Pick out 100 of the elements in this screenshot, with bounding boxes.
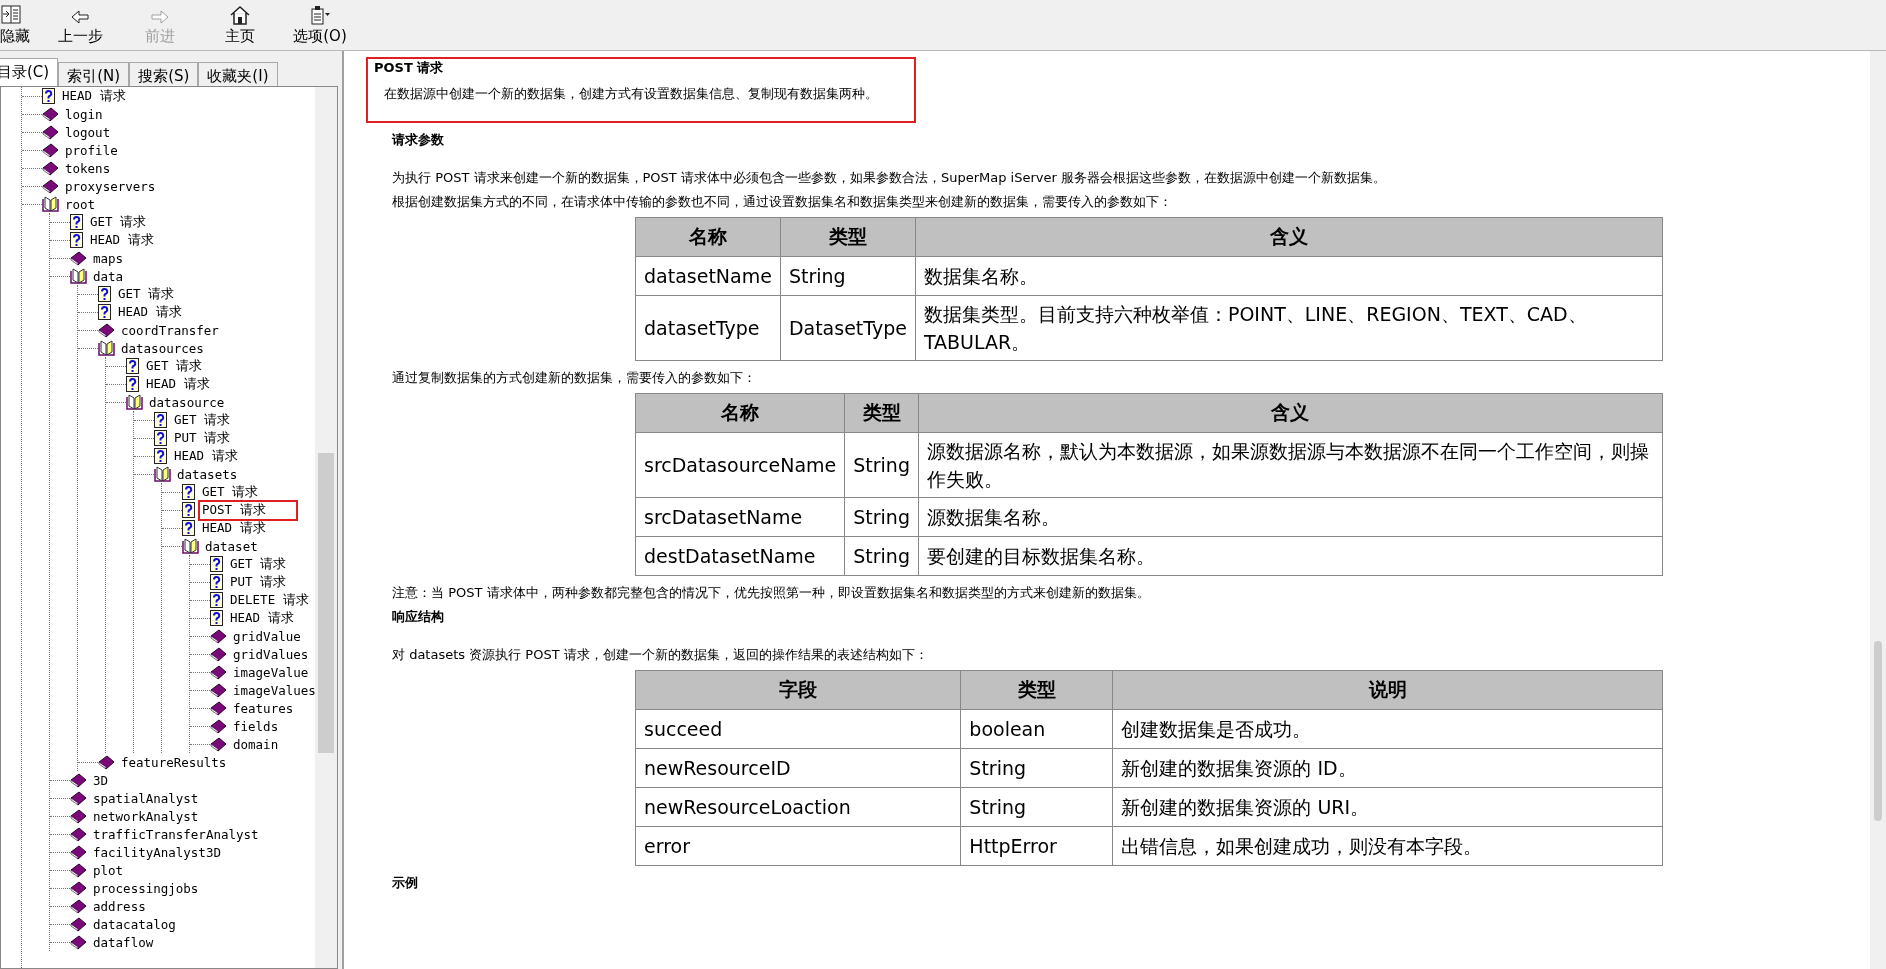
- table-cell: 源数据集名称。: [918, 497, 1663, 537]
- book-icon: [42, 106, 59, 122]
- scrollbar[interactable]: [1870, 51, 1886, 969]
- book-icon: [70, 916, 87, 932]
- help-page-icon: [182, 502, 196, 518]
- toolbar-button[interactable]: 上一步: [40, 9, 120, 50]
- tree-item[interactable]: networkAnalyst: [89, 806, 203, 826]
- tree-item[interactable]: coordTransfer: [117, 320, 223, 340]
- tree-item[interactable]: tokens: [61, 158, 115, 178]
- book-icon: [210, 682, 227, 698]
- tree-item[interactable]: processingjobs: [89, 878, 203, 898]
- table-cell: String: [780, 256, 916, 296]
- tab[interactable]: 目录(C): [0, 58, 59, 86]
- tree-item[interactable]: datacatalog: [89, 914, 180, 934]
- tree-item[interactable]: datasources: [117, 338, 208, 358]
- tree-item[interactable]: root: [61, 194, 100, 214]
- help-page-icon: [98, 286, 112, 302]
- table-cell: 新创建的数据集资源的 URI。: [1112, 787, 1663, 827]
- column-header: 说明: [1112, 670, 1663, 710]
- tree-item[interactable]: POST 请求: [198, 499, 298, 521]
- tree-item[interactable]: HEAD 请求: [58, 87, 130, 107]
- book-icon: [70, 898, 87, 914]
- table-cell: destDatasetName: [635, 536, 845, 576]
- tree-item[interactable]: 3D: [89, 770, 113, 790]
- help-page-icon: [182, 484, 196, 500]
- scrollbar[interactable]: [315, 87, 337, 968]
- tree-item[interactable]: datasets: [173, 464, 242, 484]
- tree-item[interactable]: featureResults: [117, 752, 231, 772]
- tab[interactable]: 搜索(S): [129, 62, 199, 86]
- tree-item[interactable]: trafficTransferAnalyst: [89, 824, 263, 844]
- book-icon: [98, 322, 115, 338]
- tree-item[interactable]: features: [229, 698, 298, 718]
- tree-item[interactable]: imageValues: [229, 680, 315, 700]
- help-page-icon: [154, 430, 168, 446]
- paragraph: 根据创建数据集方式的不同，在请求体中传输的参数也不同，通过设置数据集名和数据集类型来创建新的数据集，需要传入的参数如下：: [392, 193, 1173, 210]
- column-header: 字段: [635, 670, 961, 710]
- tree-item[interactable]: gridValues: [229, 644, 313, 664]
- table-cell: 数据集类型。目前支持六种枚举值：POINT、LINE、REGION、TEXT、CAD、TABULAR。: [915, 295, 1663, 361]
- tree-item[interactable]: address: [89, 896, 150, 916]
- help-page-icon: [154, 412, 168, 428]
- table-cell: datasetType: [635, 295, 781, 361]
- help-page-icon: [70, 232, 84, 248]
- tree-item[interactable]: gridValue: [229, 626, 305, 646]
- table-cell: 出错信息，如果创建成功，则没有本字段。: [1112, 826, 1663, 866]
- tree-item[interactable]: logout: [61, 122, 115, 142]
- tree-item[interactable]: imageValue: [229, 662, 313, 682]
- table-cell: 数据集名称。: [915, 256, 1663, 296]
- table-cell: newResourceLoaction: [635, 787, 961, 827]
- tree-item[interactable]: login: [61, 104, 107, 124]
- forward-arrow-icon: [150, 9, 170, 25]
- toolbar-button[interactable]: 隐藏: [0, 5, 40, 50]
- table-cell: DatasetType: [780, 295, 916, 361]
- table-cell: datasetName: [635, 256, 781, 296]
- help-page-icon: [126, 376, 140, 392]
- table-cell: 源数据源名称，默认为本数据源，如果源数据源与本数据源不在同一个工作空间，则操作失败。: [918, 432, 1663, 498]
- tree-item[interactable]: dataset: [201, 536, 262, 556]
- book-icon: [210, 628, 227, 644]
- topic-title: POST 请求: [374, 59, 445, 77]
- table-cell: String: [960, 787, 1113, 827]
- column-header: 类型: [960, 670, 1113, 710]
- book-icon: [70, 862, 87, 878]
- tree-item[interactable]: facilityAnalyst3D: [89, 842, 225, 862]
- toolbar-button[interactable]: 选项(O): [280, 5, 360, 50]
- toolbar-button[interactable]: 主页: [200, 5, 280, 50]
- open-book-icon: [98, 340, 115, 356]
- table-cell: srcDatasetName: [635, 497, 845, 537]
- tab[interactable]: 收藏夹(I): [198, 62, 278, 86]
- table-cell: 创建数据集是否成功。: [1112, 709, 1663, 749]
- tree-item[interactable]: spatialAnalyst: [89, 788, 203, 808]
- tree-item[interactable]: data: [89, 266, 128, 286]
- open-book-icon: [70, 268, 87, 284]
- help-page-icon: [210, 592, 224, 608]
- column-header: 类型: [844, 393, 919, 433]
- table-cell: succeed: [635, 709, 961, 749]
- open-book-icon: [182, 538, 199, 554]
- column-header: 类型: [780, 217, 916, 257]
- home-icon: [229, 5, 251, 25]
- tree-item[interactable]: profile: [61, 140, 122, 160]
- column-header: 含义: [915, 217, 1663, 257]
- tab[interactable]: 索引(N): [58, 62, 130, 86]
- book-icon: [70, 790, 87, 806]
- back-arrow-icon: [70, 9, 90, 25]
- book-icon: [70, 934, 87, 950]
- tree-item[interactable]: maps: [89, 248, 128, 268]
- tree-item[interactable]: datasource: [145, 392, 229, 412]
- help-page-icon: [42, 88, 56, 104]
- book-icon: [210, 664, 227, 680]
- tree-item[interactable]: dataflow: [89, 932, 158, 952]
- table-cell: 新创建的数据集资源的 ID。: [1112, 748, 1663, 788]
- tree-item[interactable]: plot: [89, 860, 128, 880]
- tree-item[interactable]: domain: [229, 734, 283, 754]
- book-icon: [42, 160, 59, 176]
- tree-item[interactable]: fields: [229, 716, 283, 736]
- table-cell: String: [960, 748, 1113, 788]
- section-heading: 请求参数: [392, 131, 445, 149]
- book-icon: [42, 142, 59, 158]
- help-page-icon: [210, 574, 224, 590]
- tree-item[interactable]: proxyservers: [61, 176, 160, 196]
- table-cell: boolean: [960, 709, 1113, 749]
- paragraph: 注意：当 POST 请求体中，两种参数都完整包含的情况下，优先按照第一种，即设置数据集名和数据类型的方式来创建新的数据集。: [392, 584, 1151, 601]
